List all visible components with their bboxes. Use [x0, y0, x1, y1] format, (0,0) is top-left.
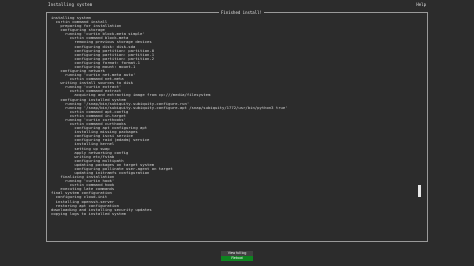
install-log-panel: Finished install! installing system curt… [46, 10, 428, 242]
log-line: copying logs to installed system [51, 210, 126, 216]
view-full-log-button[interactable]: View full log [221, 251, 253, 256]
log-scrollbar[interactable] [418, 19, 421, 235]
action-buttons: View full log Reboot [221, 251, 253, 261]
window-title: Installing system [48, 2, 93, 7]
reboot-button[interactable]: Reboot [221, 256, 253, 261]
help-button[interactable]: Help [416, 2, 426, 8]
scrollbar-thumb[interactable] [418, 185, 421, 197]
install-log: installing system curtin command install… [51, 15, 411, 216]
